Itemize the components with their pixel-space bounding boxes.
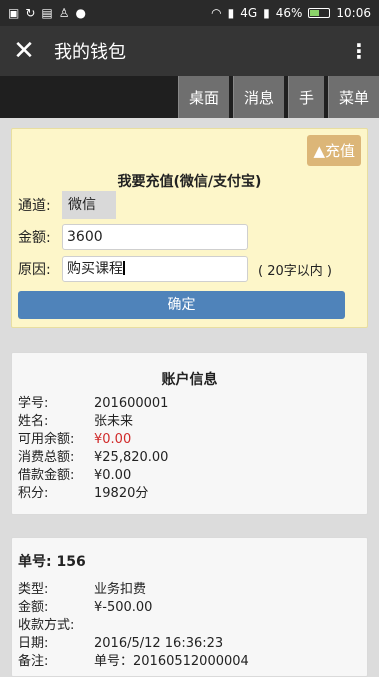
clock: 10:06: [336, 6, 371, 20]
image-icon: ▣: [8, 6, 20, 20]
row-value: ¥25,820.00: [94, 450, 169, 465]
battery-percent: 46%: [275, 6, 303, 20]
order-row-date: 日期: 2016/5/12 16:36:23: [12, 635, 367, 653]
row-value: 单号：20160512000004: [94, 654, 249, 669]
signal-icon-2: ▮: [263, 6, 270, 20]
reason-input-value: 购买课程: [67, 261, 123, 277]
account-heading: 账户信息: [161, 372, 218, 388]
app-icon: ●: [75, 6, 86, 20]
row-value: ¥-500.00: [94, 600, 153, 615]
battery-icon: [308, 8, 331, 18]
status-left-icons: ▣ ↻ ▤ ♙ ●: [8, 6, 86, 20]
row-label: 日期:: [18, 636, 49, 651]
reason-input[interactable]: 购买课程: [62, 256, 248, 282]
account-row-balance: 可用余额: ¥0.00: [12, 431, 367, 449]
text-caret: [123, 261, 125, 275]
row-value: 张未来: [94, 414, 134, 429]
row-value: ¥0.00: [94, 468, 132, 483]
order-row-amount: 金额: ¥-500.00: [12, 599, 367, 617]
row-label: 收款方式:: [18, 618, 75, 633]
row-value: 2016/5/12 16:36:23: [94, 636, 224, 651]
amount-label: 金额:: [18, 230, 51, 246]
reason-hint: ( 20字以内 ): [258, 263, 332, 279]
account-row-spent: 消费总额: ¥25,820.00: [12, 449, 367, 467]
row-label: 借款金额:: [18, 468, 75, 483]
clean-icon: ♙: [58, 6, 70, 20]
account-row-name: 姓名: 张未来: [12, 413, 367, 431]
topup-panel: ▲充值 我要充值(微信/支付宝) 通道: 微信 金额: 3600 原因: 购买课…: [11, 128, 368, 328]
page-title: 我的钱包: [54, 42, 126, 63]
network-type: 4G: [240, 6, 258, 20]
app-bar: ✕ 我的钱包 ⋮: [0, 26, 379, 76]
order-row-note: 备注: 单号：20160512000004: [12, 653, 367, 671]
row-value: 19820分: [94, 486, 149, 501]
row-label: 类型:: [18, 582, 49, 597]
nav-bar: 桌面 消息 手 菜单: [0, 76, 379, 118]
nav-hand-button[interactable]: 手: [287, 76, 324, 118]
row-label: 姓名:: [18, 414, 49, 429]
account-row-id: 学号: 201600001: [12, 395, 367, 413]
balance-value: ¥0.00: [94, 432, 132, 447]
amount-input[interactable]: 3600: [62, 224, 248, 250]
photo-icon: ▤: [41, 6, 53, 20]
row-label: 消费总额:: [18, 450, 75, 465]
nav-menu-button[interactable]: 菜单: [327, 76, 379, 118]
order-number: 单号: 156: [18, 554, 86, 570]
channel-select[interactable]: 微信: [62, 191, 116, 219]
channel-row: 通道: 微信: [18, 191, 116, 219]
row-value: 201600001: [94, 396, 169, 411]
sync-icon: ↻: [25, 6, 36, 20]
wifi-icon: ◠: [211, 6, 222, 20]
row-label: 学号:: [18, 396, 49, 411]
row-label: 金额:: [18, 600, 49, 615]
account-row-points: 积分: 19820分: [12, 485, 367, 503]
row-label: 备注:: [18, 654, 49, 669]
nav-messages-button[interactable]: 消息: [232, 76, 284, 118]
close-icon[interactable]: ✕: [0, 26, 48, 76]
amount-row: 金额: 3600: [18, 224, 248, 250]
row-label: 可用余额:: [18, 432, 75, 447]
row-value: 业务扣费: [94, 582, 147, 597]
battery-fill: [310, 10, 320, 16]
topup-toggle-button[interactable]: ▲充值: [307, 135, 361, 166]
order-card[interactable]: 单号: 156 类型: 业务扣费 金额: ¥-500.00 收款方式: 日期: 201…: [11, 537, 368, 677]
more-options-icon[interactable]: ⋮: [339, 39, 379, 63]
nav-desktop-button[interactable]: 桌面: [177, 76, 229, 118]
account-row-loan: 借款金额: ¥0.00: [12, 467, 367, 485]
reason-label: 原因:: [18, 262, 51, 278]
channel-label: 通道:: [18, 198, 51, 214]
order-row-type: 类型: 业务扣费: [12, 581, 367, 599]
order-row-method: 收款方式:: [12, 617, 367, 635]
status-right: ◠ ▮ 4G ▮ 46% 10:06: [211, 6, 371, 20]
confirm-button[interactable]: 确定: [18, 291, 345, 319]
signal-icon: ▮: [227, 6, 235, 20]
reason-row: 原因: 购买课程 ( 20字以内 ): [18, 256, 332, 282]
topup-heading: 我要充值(微信/支付宝): [117, 174, 262, 190]
status-bar: ▣ ↻ ▤ ♙ ● ◠ ▮ 4G ▮ 46% 10:06: [0, 0, 379, 26]
account-info-card: 账户信息 学号: 201600001 姓名: 张未来 可用余额: ¥0.00 消费总额…: [11, 352, 368, 515]
row-label: 积分:: [18, 486, 49, 501]
